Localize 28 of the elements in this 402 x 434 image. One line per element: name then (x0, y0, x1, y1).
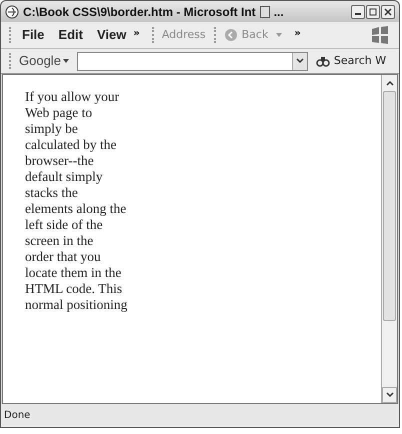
address-label: Address (160, 26, 207, 43)
close-button[interactable] (381, 4, 395, 18)
scrollbar-thumb[interactable] (383, 91, 396, 321)
minimize-button[interactable] (351, 4, 365, 18)
chevron-icon[interactable]: » (294, 26, 301, 41)
status-text: Done (4, 409, 30, 423)
google-menu-button[interactable]: Google (19, 51, 69, 71)
menu-item[interactable]: Edit (51, 25, 90, 45)
chevron-icon[interactable]: » (133, 26, 140, 41)
caret-icon (62, 59, 69, 63)
binoculars-icon (316, 55, 330, 67)
toolbar-grip-icon (214, 27, 216, 43)
flag-logo-icon (369, 24, 391, 46)
body-paragraph: If you allow your Web page to simply be calculated by the browser--the default simply stacks the elements along the left side of the screen in the order that you locate them in the HTML code. This normal positioning (25, 89, 128, 313)
search-web-button[interactable]: Search W (316, 52, 386, 70)
menu-item[interactable]: File (15, 25, 52, 45)
window-title: C:\Book CSS\9\border.htm - Microsoft Int (23, 4, 256, 20)
close-icon (384, 8, 392, 16)
browser-icon (5, 4, 19, 18)
menu-item[interactable]: View (90, 25, 134, 45)
page-icon (260, 6, 270, 18)
title-ellipsis: ... (274, 4, 284, 20)
scroll-down-icon[interactable] (382, 387, 397, 403)
maximize-button[interactable] (366, 4, 380, 18)
toolbar-grip-icon (152, 27, 154, 43)
maximize-icon (369, 8, 377, 16)
search-field[interactable] (76, 52, 308, 70)
vertical-scrollbar[interactable] (381, 75, 397, 403)
